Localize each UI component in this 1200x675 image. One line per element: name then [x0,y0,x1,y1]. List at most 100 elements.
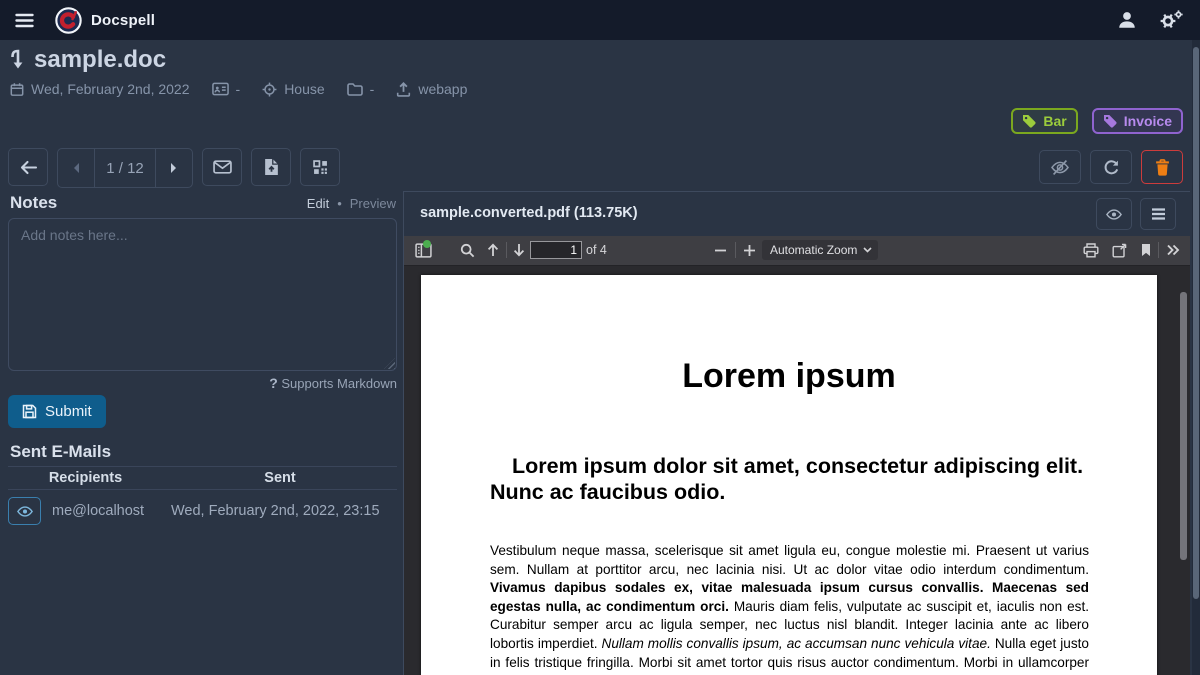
notes-preview-link[interactable]: Preview [350,196,396,211]
envelope-icon [213,160,232,174]
notes-heading: Notes [10,193,57,213]
notes-link-separator: • [337,196,342,211]
zoom-in-button[interactable] [739,236,759,264]
tag-list: Bar Invoice [1011,108,1183,134]
more-tools-button[interactable] [1161,236,1185,264]
previous-page-button[interactable] [483,236,503,264]
top-navbar: Docspell [0,0,1200,40]
pager-position: 1 / 12 [94,149,156,187]
tag-label: Bar [1043,113,1066,129]
settings-gears-icon[interactable] [1159,10,1184,30]
tag-invoice[interactable]: Invoice [1092,108,1183,134]
column-sent: Sent [163,470,397,486]
file-arrow-up-icon [264,158,279,176]
sidebar-toggle-button[interactable] [411,236,435,264]
zoom-level-select[interactable]: Automatic Zoom [762,240,878,260]
search-button[interactable] [456,236,478,264]
delete-button[interactable] [1141,150,1183,184]
view-mail-button[interactable] [8,497,41,525]
page-number-input[interactable] [530,241,582,259]
markdown-hint-link[interactable]: ? Supports Markdown [8,375,397,391]
submit-notes-button[interactable]: Submit [8,395,106,428]
attachment-menu-button[interactable] [1140,198,1176,230]
sent-emails-table: Recipients Sent me@localhost Wed, Februa… [8,466,397,525]
item-date: Wed, February 2nd, 2022 [31,81,190,97]
docspell-logo [55,7,82,34]
back-button[interactable] [8,148,48,186]
next-item-button[interactable] [156,149,192,187]
page-count-label: of 4 [586,243,607,257]
folder-icon [347,83,363,96]
view-mode-button[interactable] [1096,198,1132,230]
prev-item-button[interactable] [58,149,94,187]
file-upload-button[interactable] [251,148,291,186]
reload-button[interactable] [1090,150,1132,184]
upload-icon [396,82,411,97]
pdf-document-heading: Lorem ipsum dolor sit amet, consectetur … [421,453,1157,505]
hamburger-menu-icon[interactable] [11,7,37,33]
tag-bar[interactable]: Bar [1011,108,1077,134]
refresh-icon [1103,159,1120,176]
table-header: Recipients Sent [8,466,397,490]
crosshairs-icon [262,82,277,97]
chevron-down-icon [863,247,872,253]
eye-icon [17,506,33,517]
tag-icon [1022,114,1036,128]
pdf-document-title: Lorem ipsum [421,357,1157,396]
qrcode-icon [313,160,328,175]
mail-sent-date: Wed, February 2nd, 2022, 23:15 [171,503,380,519]
question-icon: ? [269,375,278,391]
chevron-right-icon [170,162,178,174]
page-scrollbar[interactable] [1192,40,1200,675]
eye-icon [1106,209,1122,220]
attachment-panel: sample.converted.pdf (113.75K) [403,191,1190,675]
bookmark-button[interactable] [1137,236,1155,264]
sidebar-notification-dot [423,240,431,248]
print-button[interactable] [1080,236,1102,264]
tag-label: Invoice [1124,113,1172,129]
item-title: sample.doc [34,46,166,74]
attachment-file-name: sample.converted.pdf (113.75K) [420,205,638,221]
qr-code-button[interactable] [300,148,340,186]
arrow-down-icon [513,243,525,257]
notes-input[interactable] [8,218,397,371]
item-pager: 1 / 12 [57,148,193,188]
print-icon [1083,243,1099,258]
pdf-page: Lorem ipsum Lorem ipsum dolor sit amet, … [421,275,1157,675]
zoom-out-button[interactable] [710,236,730,264]
chevron-left-icon [72,162,80,174]
pdf-viewport[interactable]: Lorem ipsum Lorem ipsum dolor sit amet, … [404,266,1190,675]
docspell-app: Docspell [0,0,1200,675]
concerning-value: House [284,81,324,97]
folder-value: - [370,81,375,97]
mail-recipient: me@localhost [52,503,164,519]
trash-icon [1155,159,1170,176]
page-scrollbar-thumb[interactable] [1193,47,1199,599]
pdf-scrollbar-thumb[interactable] [1180,292,1187,560]
column-recipients: Recipients [8,470,163,486]
download-button[interactable] [1108,236,1130,264]
menu-icon [1151,208,1166,220]
unconfirm-button[interactable] [1039,150,1081,184]
tag-icon [1103,114,1117,128]
table-row: me@localhost Wed, February 2nd, 2022, 23… [8,497,397,525]
calendar-icon [10,82,24,97]
source-value: webapp [418,81,467,97]
id-card-icon [212,82,229,96]
double-chevron-right-icon [1166,244,1180,256]
arrow-left-icon [19,160,38,175]
minus-icon [714,244,727,257]
arrow-up-icon [487,243,499,257]
notes-edit-link[interactable]: Edit [307,196,329,211]
sent-emails-heading: Sent E-Mails [10,442,111,462]
save-icon [22,404,37,419]
correspondent-value: - [236,81,241,97]
search-icon [460,243,475,258]
user-icon[interactable] [1117,10,1137,30]
pdf-document-body: Vestibulum neque massa, scelerisque sit … [421,542,1157,675]
next-page-button[interactable] [509,236,529,264]
arrow-down-icon [10,48,25,72]
send-mail-button[interactable] [202,148,242,186]
plus-icon [743,244,756,257]
save-file-icon [1112,243,1127,258]
